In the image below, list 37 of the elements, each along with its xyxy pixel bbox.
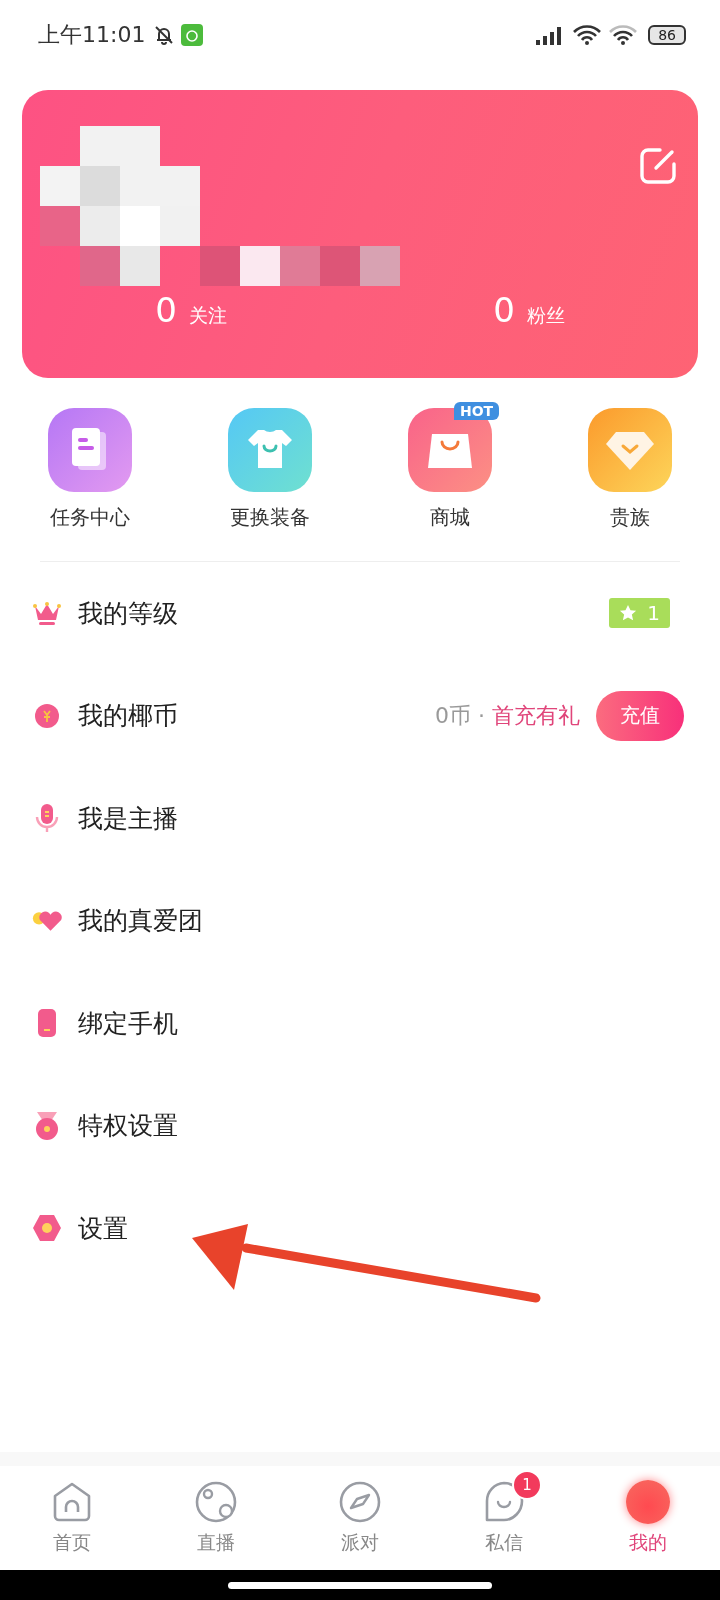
menu-item-label[interactable]: 我的真爱团 bbox=[78, 904, 203, 938]
menu-item-label[interactable]: 特权设置 bbox=[78, 1109, 178, 1143]
edit-icon[interactable] bbox=[638, 146, 678, 186]
compass-icon bbox=[338, 1480, 382, 1524]
tab-item[interactable]: 首页 bbox=[0, 1466, 144, 1570]
home-indicator[interactable] bbox=[228, 1581, 492, 1589]
hexagon-icon bbox=[32, 1214, 62, 1243]
tab-item[interactable]: 直播 bbox=[144, 1466, 288, 1570]
menu-item-label[interactable]: 我是主播 bbox=[78, 801, 178, 835]
unread-badge: 1 bbox=[512, 1470, 542, 1500]
menu-item-label[interactable]: 绑定手机 bbox=[78, 1006, 178, 1040]
wifi-icon bbox=[572, 24, 603, 46]
shortcut-label[interactable]: 贵族 bbox=[610, 504, 650, 531]
shortcut-label[interactable]: 更换装备 bbox=[230, 504, 310, 531]
menu-item-label[interactable]: 设置 bbox=[78, 1211, 128, 1245]
clock-time: 上午11:01 bbox=[38, 21, 146, 49]
promo-text[interactable]: 首充有礼 bbox=[492, 700, 580, 731]
t-shirt-icon[interactable] bbox=[228, 408, 312, 492]
avatar-icon bbox=[626, 1480, 670, 1524]
shortcut-label[interactable]: 商城 bbox=[430, 504, 470, 531]
tab-item[interactable]: 派对 bbox=[288, 1466, 432, 1570]
hot-badge: HOT bbox=[454, 402, 500, 420]
shopping-bag-icon[interactable] bbox=[408, 408, 492, 492]
menu-item-label[interactable]: 我的椰币 bbox=[78, 699, 178, 733]
coin-icon bbox=[32, 702, 62, 729]
tab-item[interactable]: 1 私信 bbox=[432, 1466, 576, 1570]
crown-icon bbox=[32, 600, 62, 627]
battery-level: 86 bbox=[648, 25, 686, 45]
menu-item-label[interactable]: 我的等级 bbox=[78, 596, 178, 630]
coin-balance: 0币 · bbox=[435, 701, 486, 730]
level-badge: 1 bbox=[609, 598, 670, 629]
planet-icon bbox=[194, 1480, 238, 1524]
wifi-icon bbox=[608, 24, 639, 46]
shortcut-label[interactable]: 任务中心 bbox=[50, 504, 130, 531]
document-icon[interactable] bbox=[48, 408, 132, 492]
tab-item[interactable]: 我的 bbox=[576, 1466, 720, 1570]
app-notification-icon bbox=[181, 24, 204, 46]
